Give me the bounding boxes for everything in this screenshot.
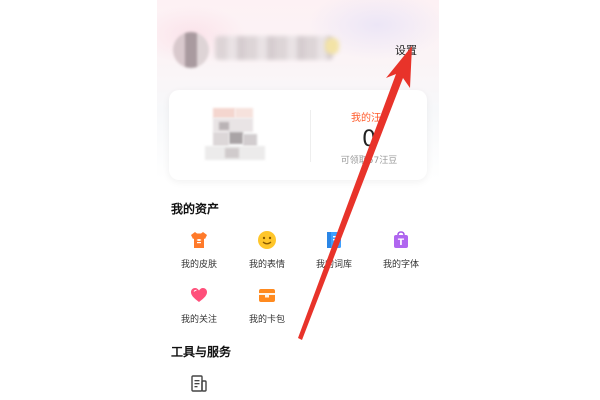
book-icon	[323, 229, 345, 251]
assets-section-title: 我的资产	[171, 202, 220, 216]
chevron-right-icon: ›	[383, 111, 387, 122]
asset-item-emoji[interactable]: 我的表情	[237, 229, 297, 270]
asset-label: 我的表情	[248, 260, 285, 270]
phone-screen: 设置 我的汪 › 0 可领取57汪豆 我的资产 我的皮肤 我的表情 我的词库 T…	[157, 0, 439, 400]
heart-icon	[188, 284, 210, 306]
asset-label: 我的皮肤	[180, 260, 217, 270]
tool-item[interactable]	[169, 373, 229, 395]
wangdou-card: 我的汪 › 0 可领取57汪豆	[169, 90, 427, 180]
asset-item-dictionary[interactable]: 我的词库	[304, 229, 364, 270]
wangdou-count: 0	[362, 127, 376, 152]
asset-item-follow[interactable]: 我的关注	[169, 284, 229, 325]
asset-label: 我的关注	[180, 315, 217, 325]
tshirt-icon	[188, 229, 210, 251]
asset-item-wallet[interactable]: 我的卡包	[237, 284, 297, 325]
font-bag-icon: T	[390, 229, 412, 251]
vip-badge-blurred	[325, 38, 339, 54]
tools-section-title: 工具与服务	[171, 345, 232, 359]
document-icon	[188, 373, 210, 395]
avatar[interactable]	[173, 32, 209, 68]
asset-label: 我的字体	[382, 260, 419, 270]
asset-label: 我的词库	[315, 260, 352, 270]
smiley-icon	[256, 229, 278, 251]
asset-item-skin[interactable]: 我的皮肤	[169, 229, 229, 270]
blurred-image	[201, 108, 273, 166]
settings-button[interactable]: 设置	[395, 42, 417, 58]
card-wallet-icon	[256, 284, 278, 306]
svg-text:T: T	[398, 238, 405, 248]
asset-label: 我的卡包	[248, 315, 285, 325]
wangdou-subtitle: 可领取57汪豆	[340, 156, 398, 166]
asset-item-font[interactable]: T 我的字体	[371, 229, 431, 270]
wangdou-title: 我的汪	[351, 113, 381, 124]
wangdou-summary[interactable]: 我的汪 › 0 可领取57汪豆	[319, 106, 419, 166]
username-blurred	[215, 36, 333, 60]
